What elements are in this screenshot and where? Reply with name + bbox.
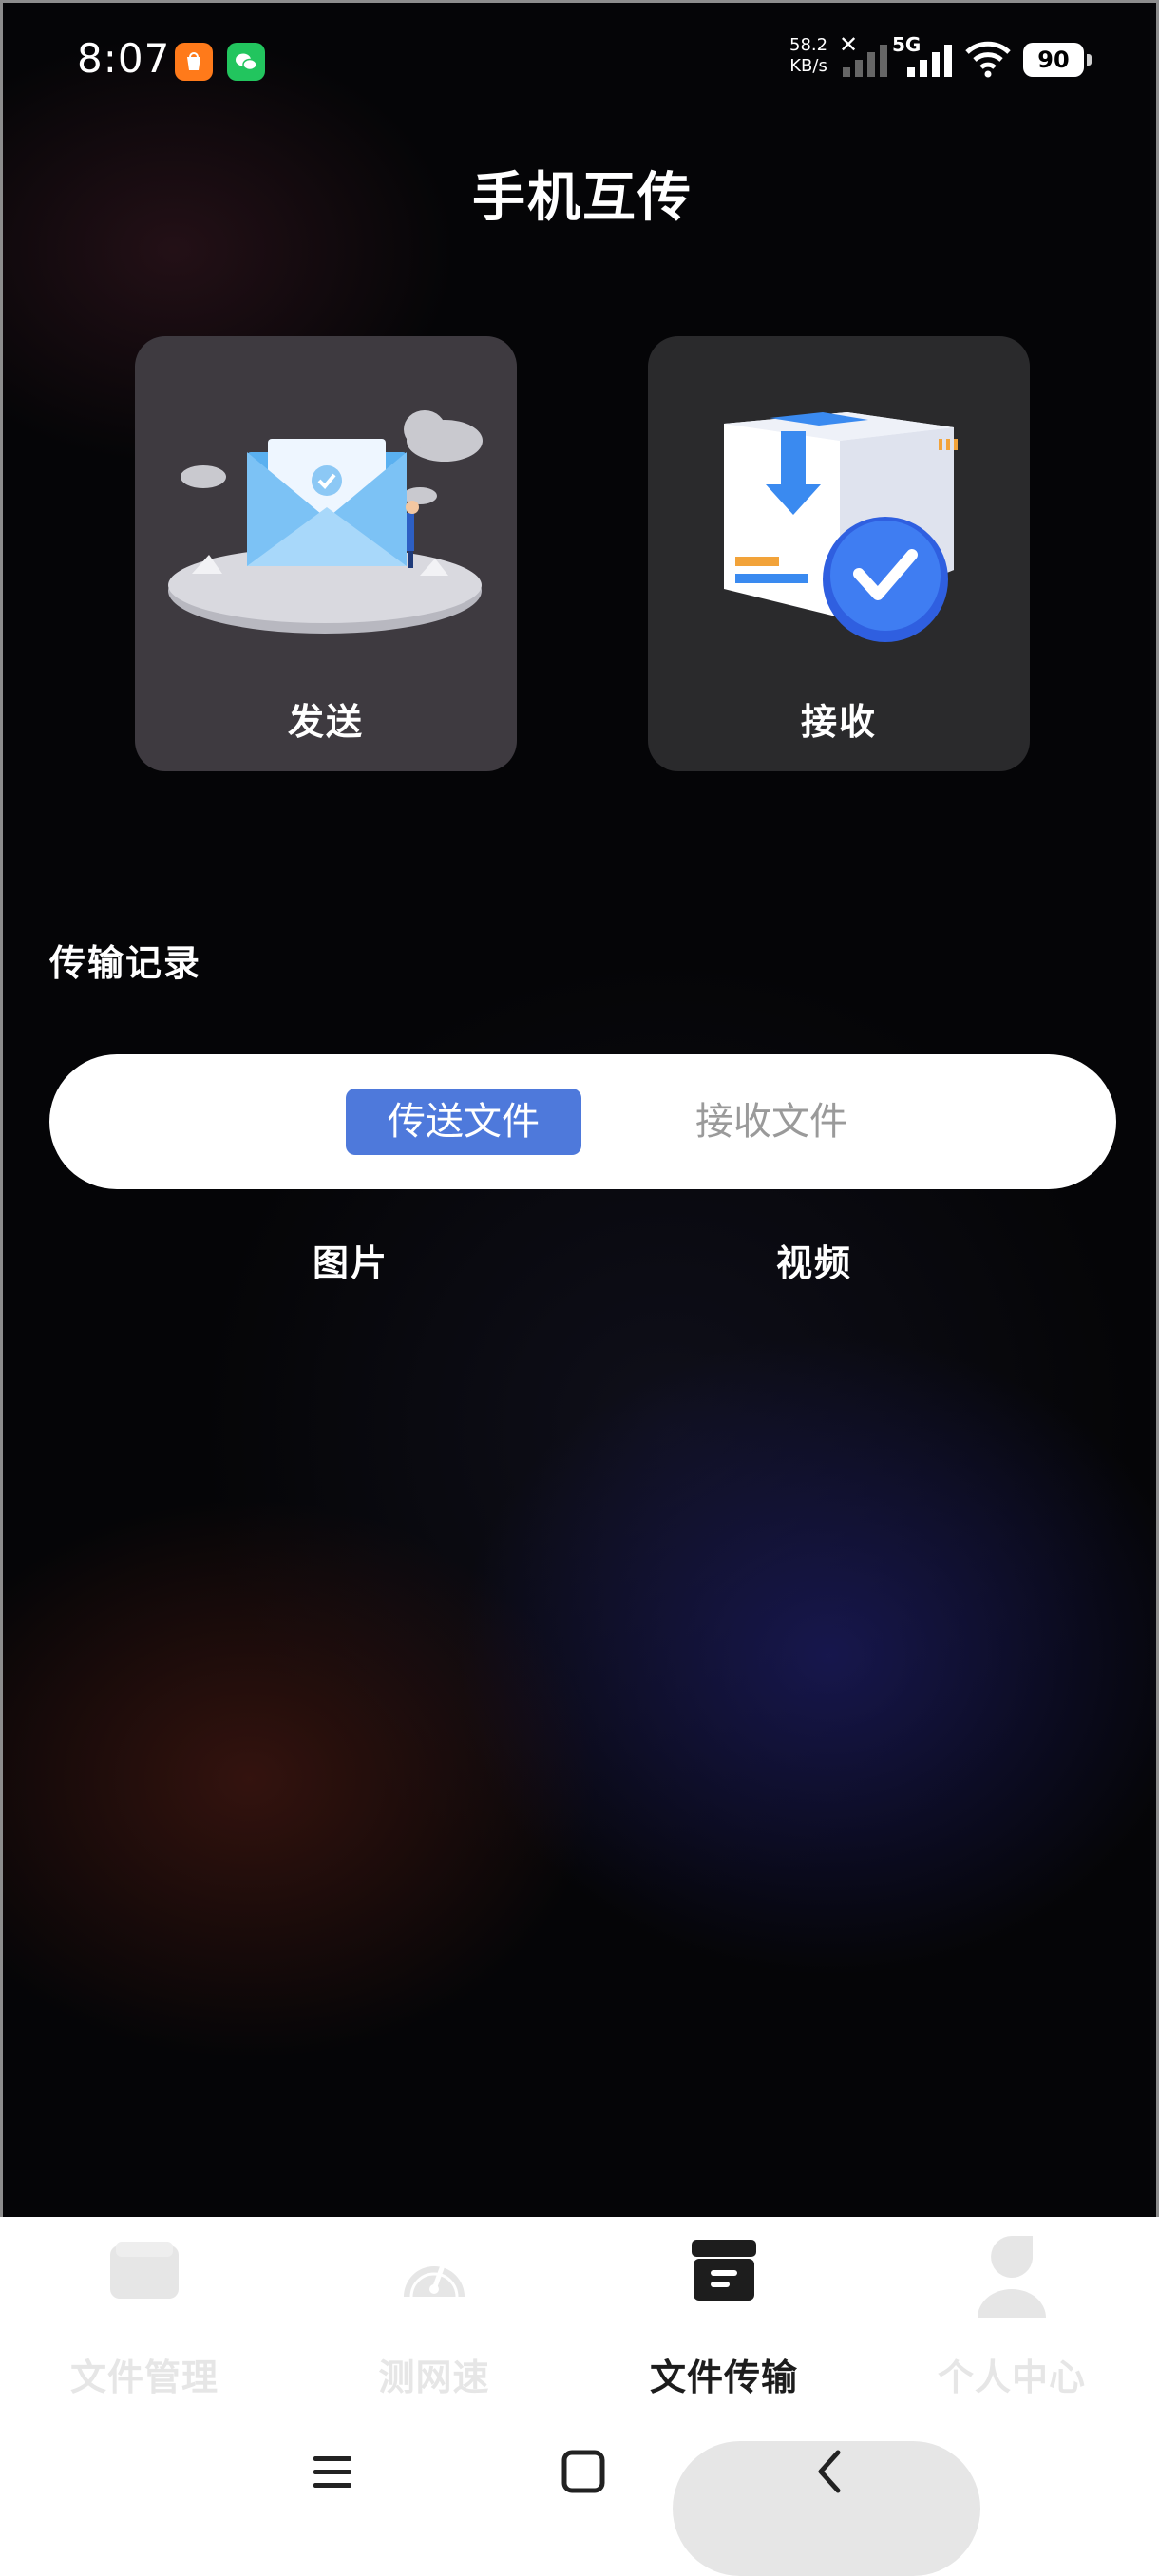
nav-item-profile[interactable]: 个人中心 xyxy=(917,2236,1107,2398)
receive-card[interactable]: 接收 xyxy=(648,336,1030,771)
status-bar: 8:07 58.2 KB/s ✕ 5G 90 xyxy=(3,3,1159,117)
wifi-icon xyxy=(965,41,1011,78)
send-card[interactable]: 发送 xyxy=(135,336,517,771)
status-time: 8:07 xyxy=(77,35,171,82)
wechat-app-icon xyxy=(227,43,265,81)
send-envelope-illustration xyxy=(168,410,483,634)
network-speed-unit: KB/s xyxy=(789,56,827,76)
subtab-images[interactable]: 图片 xyxy=(313,1234,389,1286)
signal-icon-sim2 xyxy=(907,45,952,77)
page-title: 手机互传 xyxy=(472,167,693,229)
tab-sent-files[interactable]: 传送文件 xyxy=(346,1089,581,1155)
speedometer-icon xyxy=(404,2265,465,2298)
tab-received-files[interactable]: 接收文件 xyxy=(654,1089,889,1155)
receive-box-illustration xyxy=(724,412,958,642)
nav-label-speed-test: 测网速 xyxy=(378,2357,490,2398)
taobao-app-icon xyxy=(175,43,213,81)
app-screen: 8:07 58.2 KB/s ✕ 5G 90 手机互传 发送 接收 传输记录 传… xyxy=(0,0,1159,2217)
back-icon[interactable] xyxy=(804,2445,857,2498)
menu-icon[interactable] xyxy=(306,2445,359,2498)
network-speed-value: 58.2 xyxy=(789,35,828,55)
folder-icon xyxy=(110,2242,179,2299)
home-icon[interactable] xyxy=(557,2445,610,2498)
battery-indicator: 90 xyxy=(1023,43,1092,77)
system-navigation-bar xyxy=(0,2407,1159,2576)
signal-icon-sim1 xyxy=(843,45,887,77)
nav-item-file-transfer[interactable]: 文件传输 xyxy=(629,2236,819,2398)
receive-label: 接收 xyxy=(800,701,877,743)
nav-label-file-management: 文件管理 xyxy=(69,2357,218,2398)
bottom-navigation: 文件管理 测网速 文件传输 个人中心 xyxy=(0,2217,1159,2407)
nav-label-profile: 个人中心 xyxy=(937,2357,1086,2398)
nav-label-file-transfer: 文件传输 xyxy=(649,2357,798,2398)
subtab-videos[interactable]: 视频 xyxy=(776,1234,852,1286)
nav-item-file-management[interactable]: 文件管理 xyxy=(49,2236,239,2398)
nav-item-speed-test[interactable]: 测网速 xyxy=(339,2236,529,2398)
send-label: 发送 xyxy=(287,701,364,743)
transfer-records-title: 传输记录 xyxy=(49,942,202,984)
user-icon xyxy=(978,2236,1046,2318)
records-segmented-control: 传送文件 接收文件 xyxy=(49,1054,1116,1189)
archive-box-icon xyxy=(692,2240,756,2301)
network-speed: 58.2 KB/s xyxy=(789,35,827,77)
